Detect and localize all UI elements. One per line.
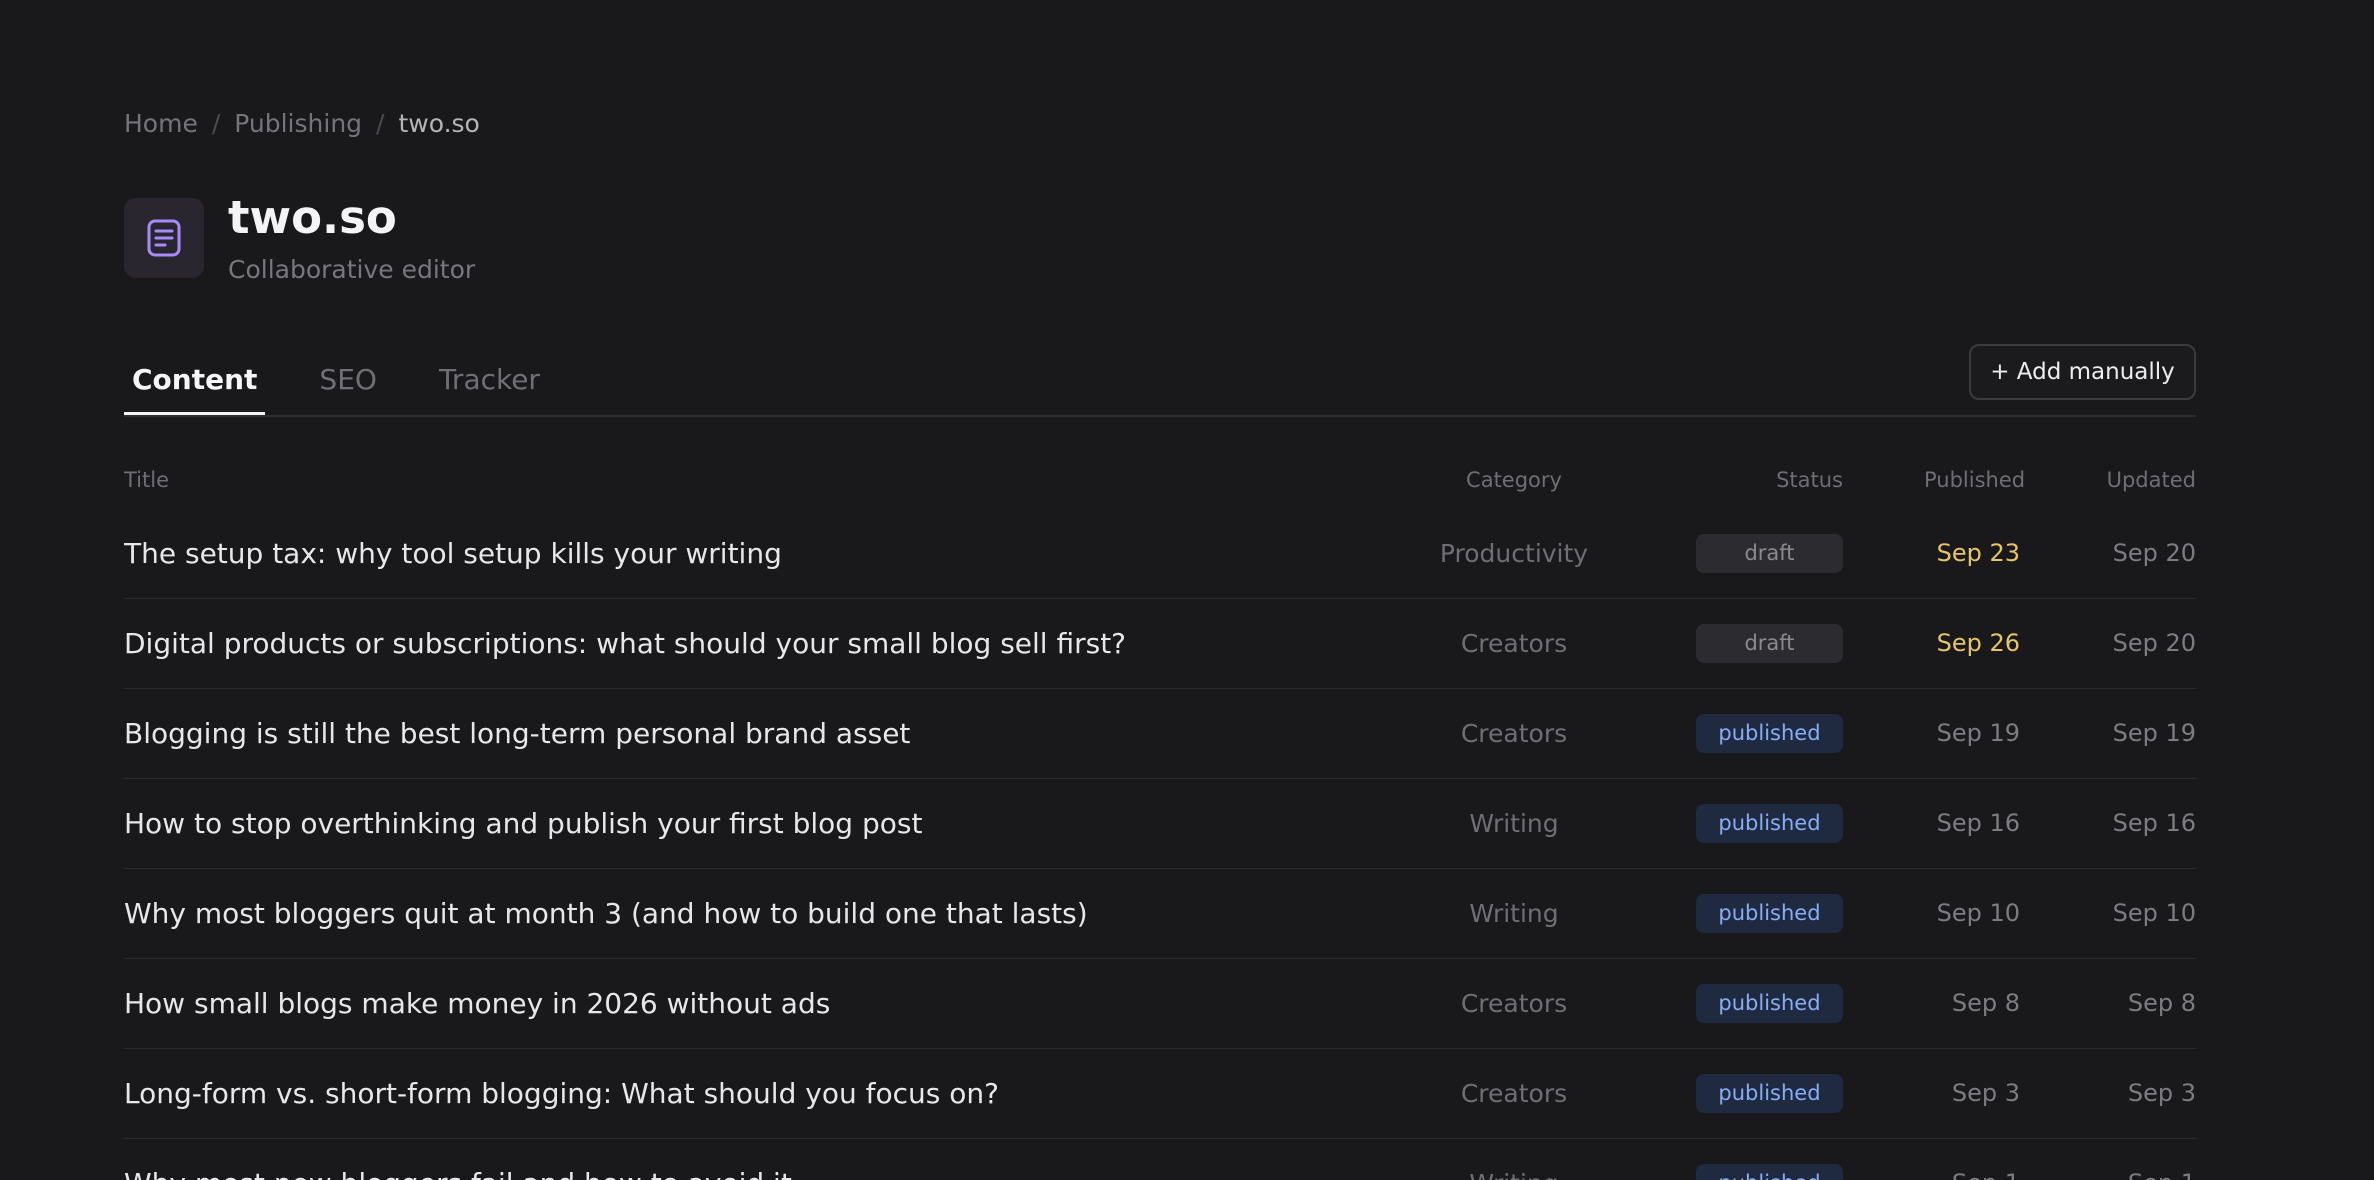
post-category: Creators xyxy=(1460,989,1568,1018)
column-header-updated[interactable]: Updated xyxy=(2084,462,2196,498)
breadcrumb-separator: / xyxy=(376,108,385,138)
post-title[interactable]: How small blogs make money in 2026 witho… xyxy=(124,959,830,1048)
post-category: Writing xyxy=(1414,1139,1614,1180)
updated-date: Sep 20 xyxy=(2112,629,2196,657)
breadcrumb-home[interactable]: Home xyxy=(124,109,198,138)
column-header-title[interactable]: Title xyxy=(124,462,169,498)
status-cell: published xyxy=(1696,959,1843,1048)
post-title[interactable]: Why most new bloggers fail and how to av… xyxy=(124,1139,792,1180)
post-category: Productivity xyxy=(1439,539,1589,568)
table-row[interactable]: Long-form vs. short-form blogging: What … xyxy=(124,1049,2196,1139)
post-category: Creators xyxy=(1460,1079,1568,1108)
breadcrumb-publishing[interactable]: Publishing xyxy=(234,109,362,138)
post-title[interactable]: Long-form vs. short-form blogging: What … xyxy=(124,1049,999,1138)
tab-tracker[interactable]: Tracker xyxy=(431,344,548,416)
updated-date: Sep 20 xyxy=(2112,539,2196,567)
table-row[interactable]: How small blogs make money in 2026 witho… xyxy=(124,959,2196,1049)
breadcrumb: Home / Publishing / two.so xyxy=(124,108,480,138)
published-date: Sep 8 xyxy=(1951,989,2020,1017)
page-subtitle: Collaborative editor xyxy=(228,255,476,284)
published-date: Sep 3 xyxy=(1951,1079,2020,1107)
publishing-content-page: Home / Publishing / two.so two.so Collab… xyxy=(0,0,2374,1180)
updated-date: Sep 16 xyxy=(2112,809,2196,837)
published-date: Sep 26 xyxy=(1936,629,2020,657)
status-cell: published xyxy=(1696,1049,1843,1138)
published-date: Sep 1 xyxy=(1924,1139,2020,1180)
status-badge: published xyxy=(1696,894,1843,933)
add-manually-button[interactable]: + Add manually xyxy=(1969,344,2196,400)
updated-date: Sep 19 xyxy=(2112,719,2196,747)
published-date: Sep 23 xyxy=(1936,539,2020,567)
table-row[interactable]: Why most bloggers quit at month 3 (and h… xyxy=(124,869,2196,959)
status-cell: published xyxy=(1696,779,1843,868)
post-title[interactable]: Why most bloggers quit at month 3 (and h… xyxy=(124,869,1088,958)
status-cell: published xyxy=(1696,689,1843,778)
tab-content[interactable]: Content xyxy=(124,344,266,416)
post-title[interactable]: Blogging is still the best long-term per… xyxy=(124,689,910,778)
updated-date: Sep 3 xyxy=(2127,1079,2196,1107)
breadcrumb-separator: / xyxy=(211,108,221,138)
post-category: Creators xyxy=(1460,719,1568,748)
status-cell: published xyxy=(1696,1139,1843,1180)
status-badge: draft xyxy=(1696,534,1843,573)
updated-date: Sep 1 xyxy=(2084,1139,2196,1180)
status-badge: published xyxy=(1696,1074,1843,1113)
updated-date: Sep 10 xyxy=(2112,899,2196,927)
table-row[interactable]: Digital products or subscriptions: what … xyxy=(124,599,2196,689)
app-icon-tile xyxy=(124,198,204,278)
status-badge: published xyxy=(1696,984,1843,1023)
content-table-body: The setup tax: why tool setup kills your… xyxy=(124,509,2196,1180)
table-row[interactable]: Blogging is still the best long-term per… xyxy=(124,689,2196,779)
status-cell: draft xyxy=(1696,599,1843,688)
published-date: Sep 10 xyxy=(1936,899,2020,927)
status-badge: published xyxy=(1696,1164,1843,1180)
column-header-category[interactable]: Category xyxy=(1414,462,1614,498)
table-header: Title Category Status Published Updated xyxy=(124,462,2196,498)
post-category: Creators xyxy=(1460,629,1568,658)
status-badge: published xyxy=(1696,714,1843,753)
column-header-status[interactable]: Status xyxy=(1694,462,1843,498)
status-badge: draft xyxy=(1696,624,1843,663)
tab-seo[interactable]: SEO xyxy=(311,344,385,416)
document-icon xyxy=(147,219,181,257)
tabs-divider xyxy=(124,415,2196,417)
table-row[interactable]: Why most new bloggers fail and how to av… xyxy=(124,1139,2196,1180)
tab-bar: Content SEO Tracker xyxy=(124,344,594,416)
table-row[interactable]: The setup tax: why tool setup kills your… xyxy=(124,509,2196,599)
status-badge: published xyxy=(1696,804,1843,843)
post-title[interactable]: How to stop overthinking and publish you… xyxy=(124,779,922,868)
status-cell: draft xyxy=(1696,509,1843,598)
post-category: Writing xyxy=(1469,899,1559,928)
breadcrumb-current: two.so xyxy=(398,108,480,138)
updated-date: Sep 8 xyxy=(2127,989,2196,1017)
published-date: Sep 16 xyxy=(1936,809,2020,837)
post-title[interactable]: Digital products or subscriptions: what … xyxy=(124,599,1126,688)
post-title[interactable]: The setup tax: why tool setup kills your… xyxy=(124,509,782,598)
status-cell: published xyxy=(1696,869,1843,958)
column-header-published[interactable]: Published xyxy=(1924,462,2025,498)
published-date: Sep 19 xyxy=(1936,719,2020,747)
table-row[interactable]: How to stop overthinking and publish you… xyxy=(124,779,2196,869)
page-title: two.so xyxy=(228,191,397,244)
post-category: Writing xyxy=(1469,809,1559,838)
